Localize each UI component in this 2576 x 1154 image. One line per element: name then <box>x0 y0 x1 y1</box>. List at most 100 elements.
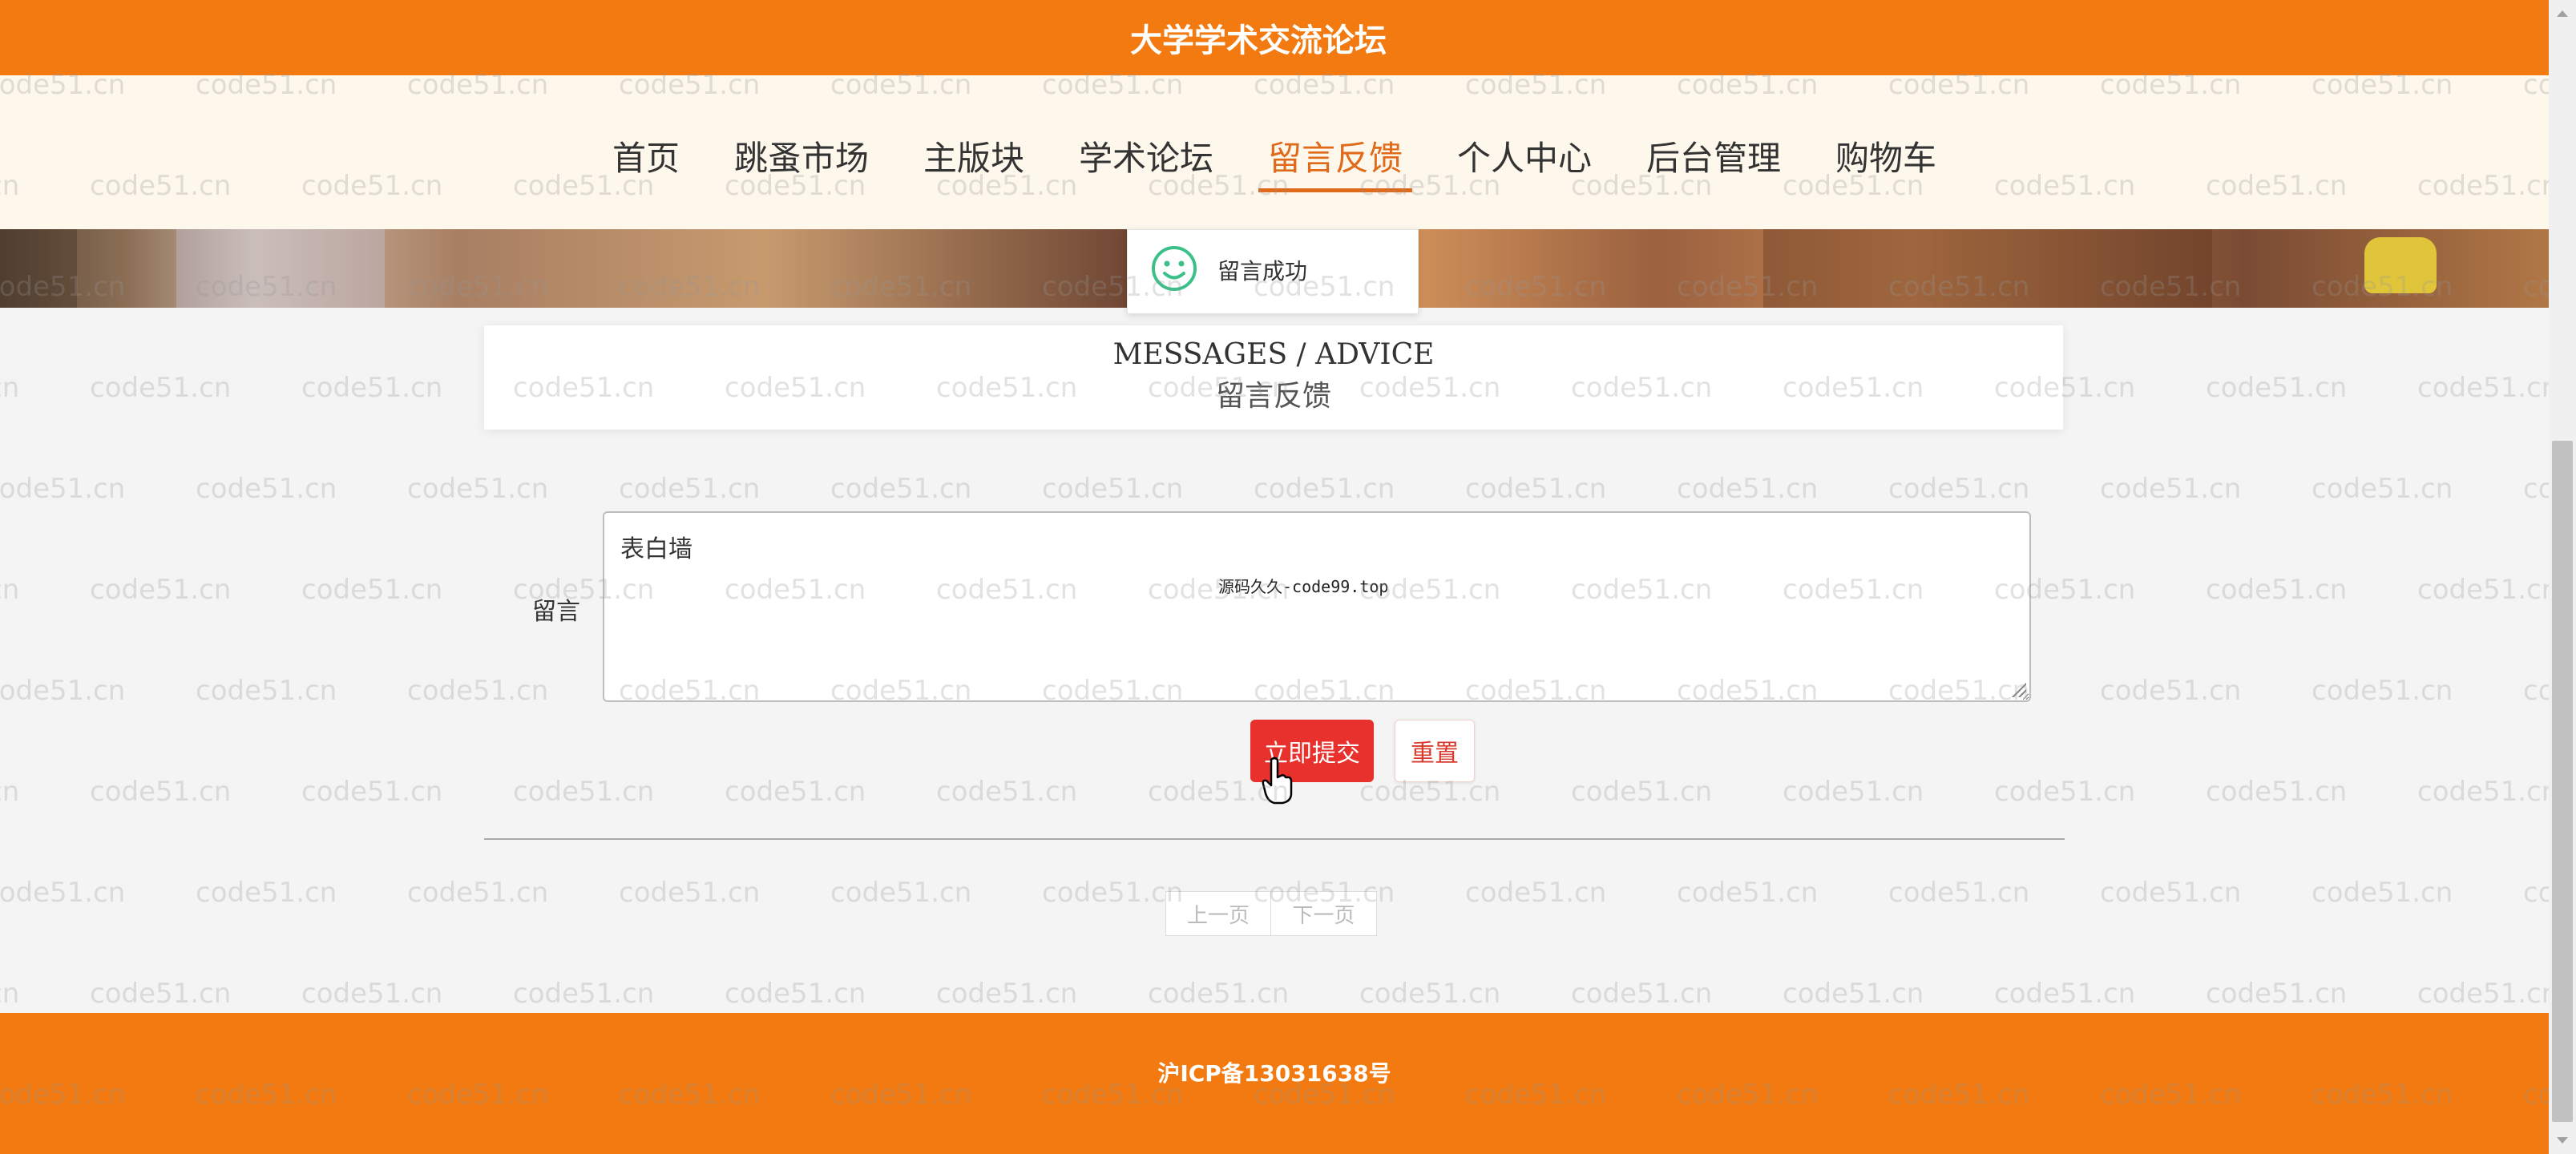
watermark-text: code51.cn <box>1148 978 1290 1010</box>
watermark-text: code51.cn <box>2100 877 2242 909</box>
site-title: 大学学术交流论坛 <box>1130 22 1387 59</box>
watermark-text: code51.cn <box>90 978 232 1010</box>
banner-desk <box>1763 229 2212 308</box>
nav-item-admin[interactable]: 后台管理 <box>1637 131 1791 192</box>
scroll-down-icon[interactable] <box>2549 1127 2576 1154</box>
watermark-text: code51.cn <box>1465 473 1607 505</box>
vertical-scrollbar[interactable] <box>2549 0 2576 1154</box>
watermark-text: code51.cn <box>936 776 1078 808</box>
watermark-text: code51.cn <box>301 776 443 808</box>
watermark-text: code51.cn <box>1888 877 2030 909</box>
banner-kettle <box>2364 237 2437 293</box>
watermark-text: code51.cn <box>619 877 761 909</box>
nav-item-cart[interactable]: 购物车 <box>1826 131 1946 192</box>
message-label: 留言 <box>532 598 580 626</box>
watermark-text: code51.cn <box>2523 877 2549 909</box>
watermark-text: code51.cn <box>407 877 549 909</box>
watermark-text: code51.cn <box>2100 473 2242 505</box>
watermark-text: code51.cn <box>0 877 126 909</box>
watermark-text: code51.cn <box>725 776 866 808</box>
watermark-text: code51.cn <box>301 574 443 606</box>
watermark-text: code51.cn <box>1783 776 1924 808</box>
watermark-text: code51.cn <box>1254 473 1395 505</box>
hand-cursor-icon <box>1262 757 1293 805</box>
nav-item-feedback[interactable]: 留言反馈 <box>1258 131 1413 192</box>
success-toast: 留言成功 <box>1127 229 1419 314</box>
section-title-en: MESSAGES / ADVICE <box>1112 338 1435 371</box>
prev-page-button[interactable]: 上一页 <box>1165 891 1271 936</box>
nav-item-home[interactable]: 首页 <box>603 131 689 192</box>
watermark-text: code51.cn <box>90 574 232 606</box>
watermark-text: code51.cn <box>725 978 866 1010</box>
section-heading: MESSAGES / ADVICE 留言反馈 <box>484 325 2063 430</box>
message-textarea-wrap: 表白墙 <box>603 511 2031 702</box>
watermark-text: code51.cn <box>2312 675 2453 707</box>
watermark-text: code51.cn <box>619 473 761 505</box>
watermark-text: code51.cn <box>1465 877 1607 909</box>
watermark-text: code51.cn <box>90 776 232 808</box>
watermark-text: code51.cn <box>513 978 655 1010</box>
watermark-text: code51.cn <box>0 675 126 707</box>
next-page-button[interactable]: 下一页 <box>1271 891 1377 936</box>
watermark-text: code51.cn <box>2206 372 2348 404</box>
watermark-text: code51.cn <box>1677 877 1819 909</box>
smile-icon <box>1152 246 1197 291</box>
watermark-text: code51.cn <box>0 776 20 808</box>
watermark-text: code51.cn <box>301 978 443 1010</box>
watermark-text: code51.cn <box>0 574 20 606</box>
watermark-text: code51.cn <box>830 473 972 505</box>
watermark-text: code51.cn <box>1994 978 2136 1010</box>
footer: 沪ICP备13031638号 <box>0 1013 2549 1154</box>
watermark-text: code51.cn <box>2417 372 2549 404</box>
banner-shelf <box>0 229 77 308</box>
content-divider <box>484 838 2065 840</box>
watermark-text: code51.cn <box>1783 978 1924 1010</box>
watermark-text: code51.cn <box>1571 978 1713 1010</box>
watermark-text: code51.cn <box>2312 877 2453 909</box>
watermark-text: code51.cn <box>0 372 20 404</box>
watermark-text: code51.cn <box>1888 473 2030 505</box>
watermark-text: code51.cn <box>301 372 443 404</box>
watermark-text: code51.cn <box>1042 877 1184 909</box>
scroll-up-icon[interactable] <box>2549 0 2576 27</box>
watermark-text: code51.cn <box>196 473 337 505</box>
watermark-text: code51.cn <box>407 675 549 707</box>
watermark-text: code51.cn <box>513 776 655 808</box>
watermark-text: code51.cn <box>2100 675 2242 707</box>
watermark-text: code51.cn <box>2206 978 2348 1010</box>
watermark-text: code51.cn <box>2523 473 2549 505</box>
watermark-text: code51.cn <box>1359 978 1501 1010</box>
watermark-text: code51.cn <box>2312 473 2453 505</box>
nav-item-flea-market[interactable]: 跳蚤市场 <box>725 131 878 192</box>
watermark-text: code51.cn <box>2417 776 2549 808</box>
watermark-text: code51.cn <box>1677 473 1819 505</box>
watermark-text: code51.cn <box>2206 574 2348 606</box>
watermark-text: code51.cn <box>0 473 126 505</box>
nav-item-personal-center[interactable]: 个人中心 <box>1447 131 1601 192</box>
watermark-text: code51.cn <box>1571 776 1713 808</box>
watermark-text: code51.cn <box>1042 473 1184 505</box>
nav-bar: 首页 跳蚤市场 主版块 学术论坛 留言反馈 个人中心 后台管理 购物车 <box>0 75 2549 229</box>
main-nav: 首页 跳蚤市场 主版块 学术论坛 留言反馈 个人中心 后台管理 购物车 <box>0 131 2549 192</box>
pagination: 上一页 下一页 <box>1165 891 1377 936</box>
watermark-text: code51.cn <box>2523 675 2549 707</box>
toast-message: 留言成功 <box>1217 258 1308 284</box>
message-textarea[interactable]: 表白墙 <box>604 513 2029 700</box>
scrollbar-thumb[interactable] <box>2552 441 2573 1122</box>
nav-item-main-board[interactable]: 主版块 <box>914 131 1034 192</box>
banner-shelf <box>176 229 385 308</box>
resize-handle-icon[interactable] <box>2012 683 2026 697</box>
section-title-cn: 留言反馈 <box>1215 380 1331 413</box>
watermark-text: code51.cn <box>90 372 232 404</box>
reset-button[interactable]: 重置 <box>1395 720 1475 782</box>
watermark-text: code51.cn <box>196 675 337 707</box>
watermark-text: code51.cn <box>0 978 20 1010</box>
watermark-text: code51.cn <box>407 473 549 505</box>
watermark-text: code51.cn <box>2417 978 2549 1010</box>
nav-item-academic-forum[interactable]: 学术论坛 <box>1069 131 1223 192</box>
icp-text: 沪ICP备13031638号 <box>1157 1060 1391 1087</box>
watermark-text: code51.cn <box>196 877 337 909</box>
page: 大学学术交流论坛 首页 跳蚤市场 主版块 学术论坛 留言反馈 个人中心 后台管理… <box>0 0 2549 1154</box>
top-header: 大学学术交流论坛 <box>0 0 2549 75</box>
watermark-text: code51.cn <box>1994 776 2136 808</box>
